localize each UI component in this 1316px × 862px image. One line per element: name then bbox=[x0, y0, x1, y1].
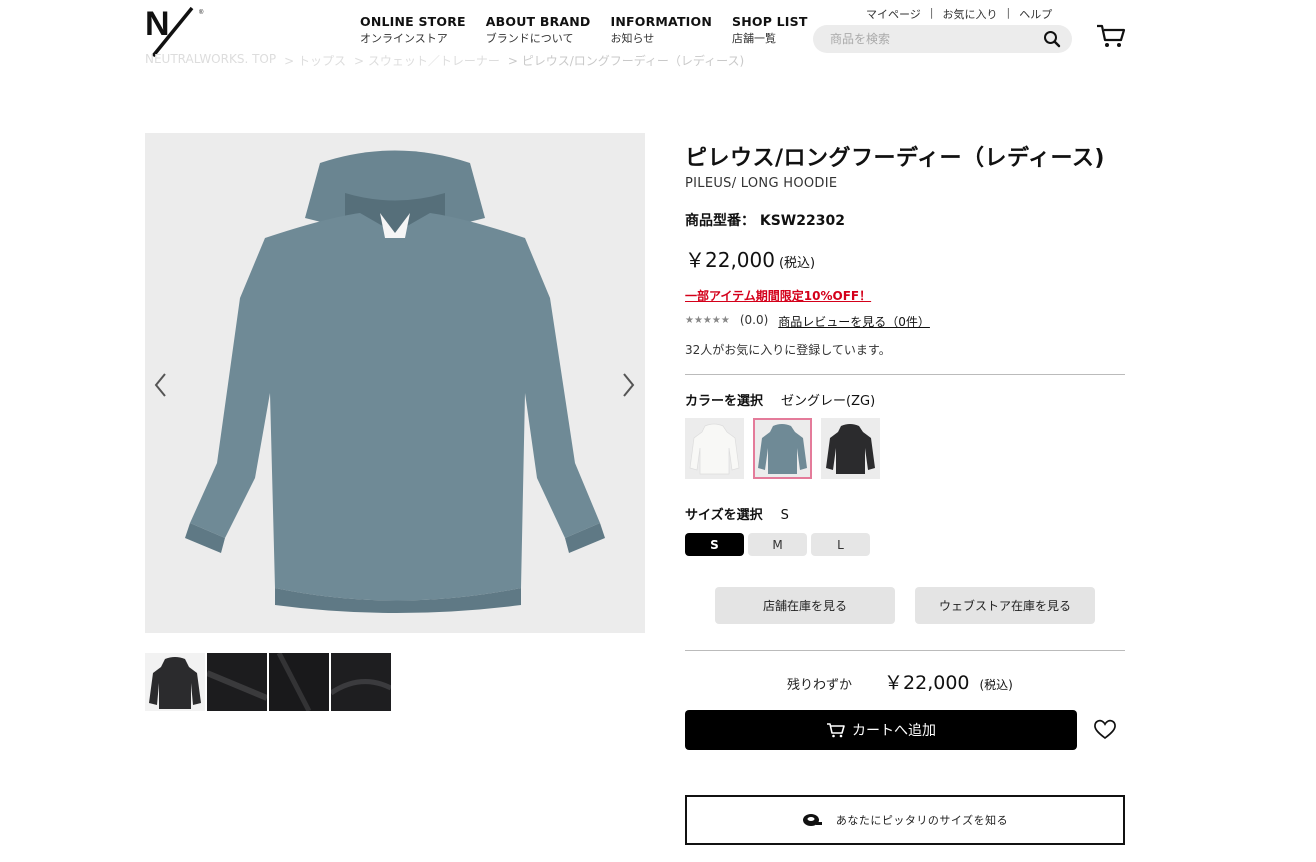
thumbnail[interactable] bbox=[269, 653, 329, 711]
nav-shop-list[interactable]: SHOP LIST 店舗一覧 bbox=[732, 14, 808, 45]
sale-link[interactable]: 一部アイテム期間限定10%OFF！ bbox=[685, 287, 871, 304]
size-selected: S bbox=[780, 508, 789, 523]
chevron-left-icon[interactable] bbox=[151, 370, 171, 400]
rating-value: (0.0) bbox=[739, 313, 769, 327]
separator: | bbox=[929, 6, 934, 19]
color-swatch-black[interactable] bbox=[821, 418, 880, 479]
color-swatch-white[interactable] bbox=[685, 418, 744, 479]
breadcrumb: NEUTRALWORKS. TOP > トップス > スウェット／トレーナー >… bbox=[145, 52, 744, 69]
review-link[interactable]: 商品レビューを見る（0件） bbox=[778, 313, 930, 330]
store-stock-button[interactable]: 店舗在庫を見る bbox=[715, 587, 895, 624]
stock-status: 残りわずか bbox=[787, 678, 853, 693]
divider bbox=[685, 374, 1125, 375]
model-number: 商品型番： KSW22302 bbox=[685, 210, 845, 230]
size-fit-label: あなたにピッタリのサイズを知る bbox=[835, 814, 1009, 827]
nav-about-brand[interactable]: ABOUT BRAND ブランドについて bbox=[486, 14, 591, 45]
color-selected: ゼングレー(ZG) bbox=[781, 394, 876, 409]
add-to-cart-button[interactable]: カートへ追加 bbox=[685, 710, 1077, 750]
size-selector-label: サイズを選択 S bbox=[685, 504, 789, 523]
svg-text:N: N bbox=[145, 5, 170, 43]
mypage-link[interactable]: マイページ bbox=[866, 6, 921, 22]
size-label: サイズを選択 bbox=[685, 508, 763, 523]
rating-row: ★★★★★ (0.0) 商品レビューを見る（0件） bbox=[685, 313, 930, 330]
favorite-count: 32人がお気に入りに登録しています。 bbox=[685, 343, 891, 357]
svg-text:®: ® bbox=[199, 9, 204, 16]
web-stock-button[interactable]: ウェブストア在庫を見る bbox=[915, 587, 1095, 624]
nav-label-ja: ブランドについて bbox=[485, 31, 574, 45]
thumbnail[interactable] bbox=[145, 653, 205, 711]
price-value: ￥22,000 bbox=[685, 248, 775, 272]
buy-tax-note: (税込) bbox=[979, 678, 1013, 692]
product-title: ピレウス/ロングフーディー（レディース) bbox=[685, 146, 1105, 171]
product-price: ￥22,000 (税込) bbox=[685, 244, 815, 273]
nav-label-en: ONLINE STORE bbox=[360, 14, 466, 29]
cart-icon bbox=[827, 723, 845, 738]
separator: | bbox=[1006, 6, 1011, 19]
main-nav: ONLINE STORE オンラインストア ABOUT BRAND ブランドにつ… bbox=[360, 14, 828, 45]
nav-information[interactable]: INFORMATION お知らせ bbox=[611, 14, 713, 45]
nav-label-ja: 店舗一覧 bbox=[732, 31, 777, 45]
favorites-link[interactable]: お気に入り bbox=[943, 6, 998, 22]
thumbnail[interactable] bbox=[207, 653, 267, 711]
thumbnail-strip bbox=[145, 653, 391, 711]
heart-icon[interactable] bbox=[1093, 718, 1117, 741]
color-swatch-zen-gray[interactable] bbox=[753, 418, 812, 479]
size-button-m[interactable]: M bbox=[748, 533, 807, 556]
nav-label-ja: オンラインストア bbox=[360, 31, 448, 45]
help-link[interactable]: ヘルプ bbox=[1019, 6, 1052, 22]
nav-label-en: INFORMATION bbox=[610, 14, 713, 29]
model-label: 商品型番： bbox=[685, 213, 755, 229]
nav-label-en: SHOP LIST bbox=[732, 14, 808, 29]
measuring-tape-icon bbox=[802, 814, 822, 826]
star-rating-icon: ★★★★★ bbox=[685, 315, 730, 326]
search-box bbox=[813, 25, 1072, 53]
size-button-l[interactable]: L bbox=[811, 533, 870, 556]
tax-note: (税込) bbox=[778, 256, 816, 271]
breadcrumb-item[interactable]: NEUTRALWORKS. TOP bbox=[145, 52, 276, 69]
nav-label-ja: お知らせ bbox=[610, 31, 655, 45]
color-swatches bbox=[685, 418, 880, 479]
buy-price: ￥22,000 bbox=[884, 672, 970, 694]
utility-links: マイページ | お気に入り | ヘルプ bbox=[866, 6, 1052, 22]
cart-icon[interactable] bbox=[1096, 23, 1126, 49]
model-value: KSW22302 bbox=[759, 213, 845, 229]
buy-summary: 残りわずか ￥22,000 (税込) bbox=[787, 668, 1013, 695]
color-selector-label: カラーを選択 ゼングレー(ZG) bbox=[685, 390, 875, 409]
divider bbox=[685, 650, 1125, 651]
product-subtitle: PILEUS/ LONG HOODIE bbox=[685, 176, 838, 191]
search-icon[interactable] bbox=[1043, 30, 1061, 48]
nav-label-en: ABOUT BRAND bbox=[485, 14, 591, 29]
nav-online-store[interactable]: ONLINE STORE オンラインストア bbox=[360, 14, 466, 45]
thumbnail[interactable] bbox=[331, 653, 391, 711]
breadcrumb-item[interactable]: > トップス bbox=[284, 52, 346, 69]
ny-logo[interactable]: N ® bbox=[145, 4, 207, 58]
hoodie-illustration bbox=[185, 150, 605, 613]
color-label: カラーを選択 bbox=[685, 394, 764, 409]
add-to-cart-label: カートへ追加 bbox=[852, 723, 936, 739]
size-fit-button[interactable]: あなたにピッタリのサイズを知る bbox=[685, 795, 1125, 845]
size-options: S M L bbox=[685, 533, 870, 556]
breadcrumb-item[interactable]: > スウェット／トレーナー bbox=[354, 52, 500, 69]
product-main-image[interactable] bbox=[145, 133, 645, 633]
size-button-s[interactable]: S bbox=[685, 533, 744, 556]
breadcrumb-current: > ピレウス/ロングフーディー（レディース) bbox=[507, 54, 745, 68]
chevron-right-icon[interactable] bbox=[618, 370, 638, 400]
search-input[interactable] bbox=[813, 25, 1023, 53]
